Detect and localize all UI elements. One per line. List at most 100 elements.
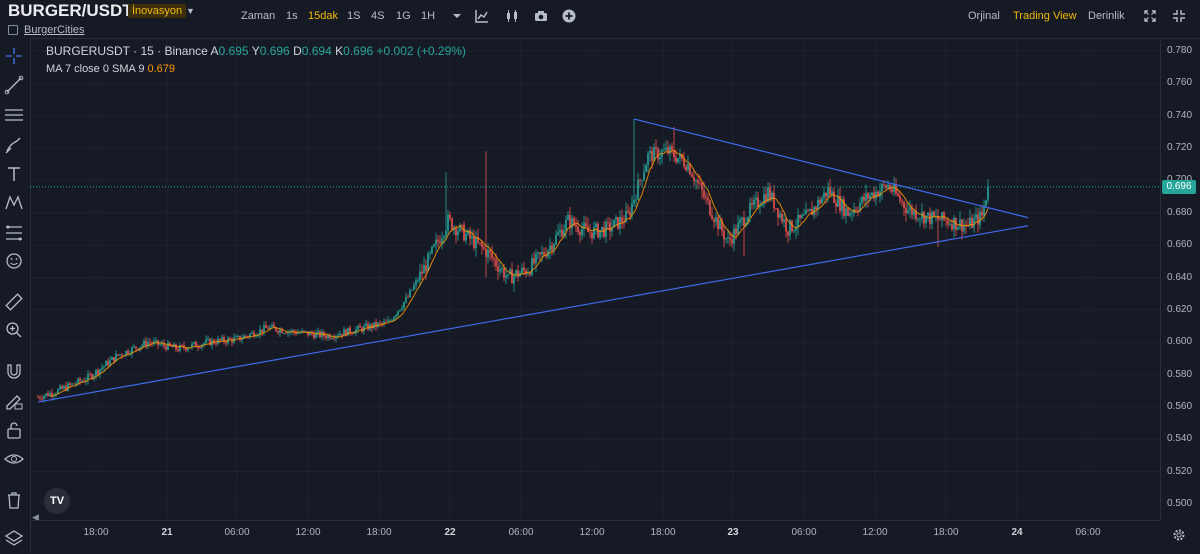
candle-body	[755, 197, 757, 200]
candle-body	[977, 214, 979, 225]
tab-4S[interactable]: 4S	[371, 10, 384, 22]
ma-legend[interactable]: MA 7 close 0 SMA 9 0.679	[46, 63, 175, 75]
fullscreen-icon[interactable]	[1172, 9, 1186, 23]
candle-body	[107, 361, 109, 366]
candle-body	[671, 146, 673, 150]
tab-1H[interactable]: 1H	[421, 10, 435, 22]
candle-body	[939, 219, 941, 221]
layers-icon[interactable]	[4, 528, 24, 548]
candle-body	[635, 199, 637, 201]
candle-body	[685, 166, 687, 171]
candle-body	[699, 183, 701, 184]
candle-body	[417, 280, 419, 282]
candle-body	[583, 223, 585, 230]
candle-body	[187, 348, 189, 351]
price-chart[interactable]	[30, 38, 1160, 520]
candle-body	[449, 214, 451, 219]
pair-title[interactable]: BURGER/USDT	[8, 1, 133, 21]
time-tick: 24	[1011, 527, 1023, 538]
document-icon	[8, 25, 18, 36]
text-icon[interactable]	[4, 164, 24, 184]
candle-body	[101, 367, 103, 370]
candle-body	[647, 153, 649, 166]
plus-circle-icon[interactable]	[562, 9, 576, 23]
candle-body	[575, 224, 577, 227]
tab-1s[interactable]: 1s	[286, 10, 298, 22]
candle-body	[639, 179, 641, 181]
candle-body	[683, 158, 685, 167]
brush-icon[interactable]	[4, 135, 24, 155]
candle-body	[867, 193, 869, 199]
candle-body	[299, 332, 301, 334]
candle-body	[349, 327, 351, 334]
view-derinlik[interactable]: Derinlik	[1088, 10, 1125, 22]
trash-icon[interactable]	[4, 490, 24, 510]
candle-body	[367, 323, 369, 330]
tab-zaman[interactable]: Zaman	[241, 10, 275, 22]
candle-body	[167, 342, 169, 350]
camera-icon[interactable]	[534, 9, 548, 23]
candle-body	[207, 338, 209, 340]
fib-icon[interactable]	[4, 223, 24, 243]
tab-1G[interactable]: 1G	[396, 10, 411, 22]
candle-body	[537, 252, 539, 254]
view-orjinal[interactable]: Orjinal	[968, 10, 1000, 22]
candle-body	[817, 199, 819, 210]
candle-body	[923, 211, 925, 224]
legend-low: 0.694	[301, 44, 332, 58]
project-link[interactable]: BurgerCities	[8, 24, 85, 36]
price-axis[interactable]: 0.7800.7600.7400.7200.7000.6800.6600.640…	[1160, 38, 1200, 520]
zoom-icon[interactable]	[4, 320, 24, 340]
trend-line-icon[interactable]	[4, 75, 24, 95]
expand-icon[interactable]	[1143, 9, 1157, 23]
candle-body	[945, 219, 947, 221]
indicator-icon[interactable]	[475, 9, 489, 23]
candle-body	[987, 186, 989, 201]
tradingview-logo[interactable]: TV	[44, 488, 70, 514]
candle-body	[677, 158, 679, 163]
support-trendline	[37, 225, 1029, 403]
emoji-icon[interactable]	[4, 251, 24, 271]
chevron-down-icon[interactable]: ▼	[186, 6, 195, 16]
candle-body	[485, 248, 487, 258]
candle-body	[121, 354, 123, 356]
candle-body	[905, 208, 907, 214]
tab-15dak[interactable]: 15dak	[308, 10, 338, 22]
candle-body	[697, 180, 699, 184]
eye-icon[interactable]	[4, 449, 24, 469]
lock-icon[interactable]	[4, 420, 24, 440]
lock-pencil-icon[interactable]	[4, 391, 24, 411]
candle-body	[523, 267, 525, 271]
candle-body	[265, 325, 267, 328]
ma-label: MA 7 close 0 SMA 9	[46, 63, 145, 75]
interval-dropdown-icon[interactable]	[450, 9, 464, 23]
horizontal-lines-icon[interactable]	[4, 105, 24, 125]
settings-gear-icon[interactable]	[1172, 528, 1186, 542]
magnet-icon[interactable]	[4, 361, 24, 381]
candle-type-icon[interactable]	[505, 9, 519, 23]
candle-body	[77, 378, 79, 384]
candle-body	[917, 218, 919, 220]
candle-body	[439, 241, 441, 244]
candle-body	[529, 273, 531, 275]
pattern-icon[interactable]	[4, 193, 24, 213]
candle-body	[333, 338, 335, 339]
candle-body	[407, 296, 409, 298]
candle-body	[141, 345, 143, 348]
candle-body	[91, 374, 93, 379]
candle-body	[205, 339, 207, 344]
candle-body	[743, 217, 745, 227]
candle-body	[805, 210, 807, 215]
tab-1S[interactable]: 1S	[347, 10, 360, 22]
candle-body	[497, 266, 499, 272]
candle-body	[109, 359, 111, 366]
crosshair-icon[interactable]	[4, 46, 24, 66]
candle-body	[557, 232, 559, 235]
time-axis[interactable]: 18:00 21 06:00 12:00 18:00 22 06:00 12:00 18:00 2…	[30, 520, 1160, 554]
candle-body	[595, 223, 597, 228]
view-trading-view[interactable]: Trading View	[1013, 10, 1077, 22]
candle-body	[215, 343, 217, 345]
candle-body	[447, 214, 449, 231]
candle-body	[875, 191, 877, 199]
ruler-icon[interactable]	[4, 292, 24, 312]
